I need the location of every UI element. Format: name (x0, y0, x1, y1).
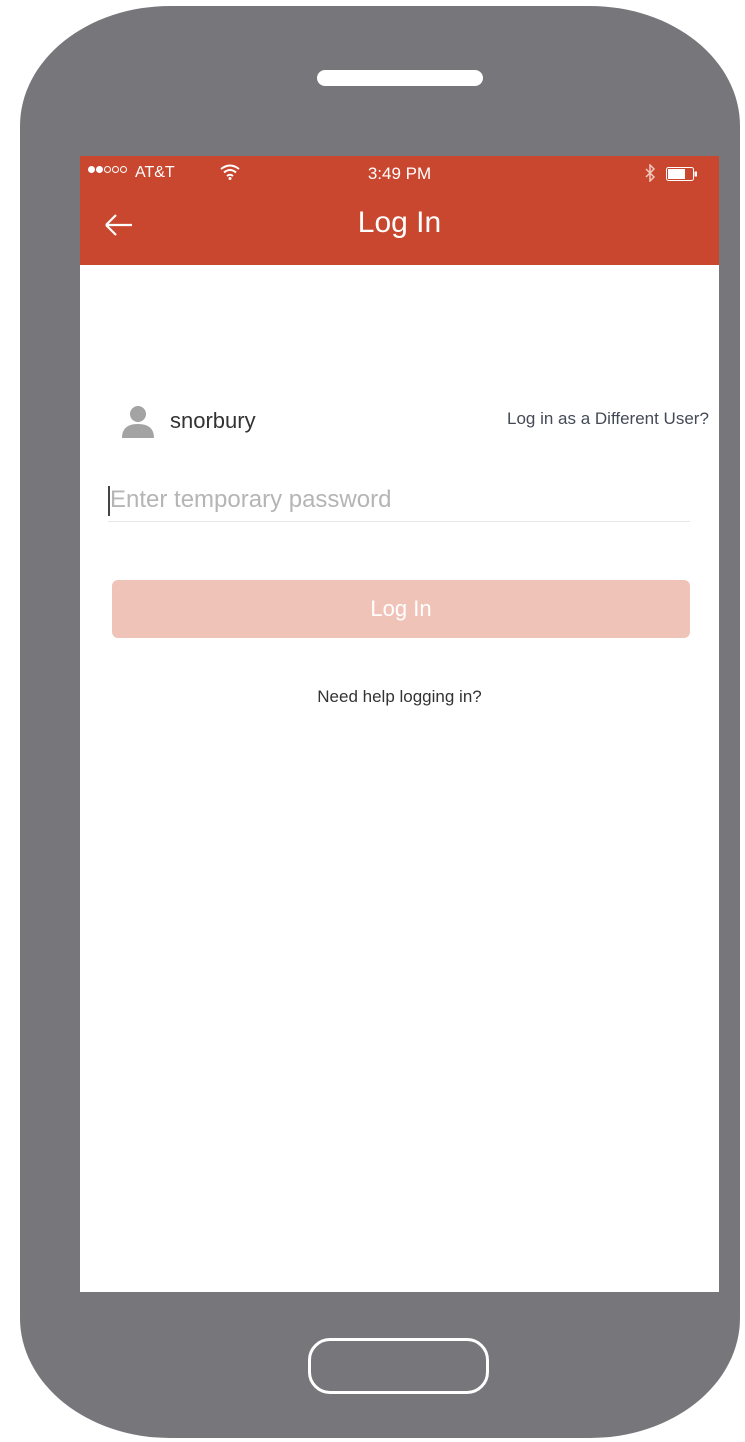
page-title: Log In (357, 206, 442, 239)
user-icon (122, 406, 154, 438)
page: AT&T 3:49 PM Log In snorbury Log in as a… (0, 0, 745, 1442)
phone-frame: AT&T 3:49 PM Log In snorbury Log in as a… (20, 6, 740, 1438)
temporary-password-input[interactable] (108, 478, 690, 522)
phone-home-button[interactable] (308, 1338, 489, 1394)
nav-bar: Log In (80, 196, 719, 256)
battery-icon (666, 167, 697, 181)
text-caret (108, 486, 110, 516)
log-in-button[interactable]: Log In (112, 580, 690, 638)
current-user-row: snorbury Log in as a Different User? (120, 404, 709, 440)
status-bar: AT&T 3:49 PM (80, 156, 719, 192)
different-user-link[interactable]: Log in as a Different User? (507, 409, 709, 429)
username-label: snorbury (170, 408, 256, 433)
need-help-link[interactable]: Need help logging in? (80, 687, 719, 707)
bluetooth-icon (645, 164, 656, 182)
phone-speaker (317, 70, 483, 86)
phone-screen: AT&T 3:49 PM Log In snorbury Log in as a… (80, 156, 719, 1292)
app-header: AT&T 3:49 PM Log In (80, 156, 719, 265)
status-time: 3:49 PM (367, 164, 432, 183)
